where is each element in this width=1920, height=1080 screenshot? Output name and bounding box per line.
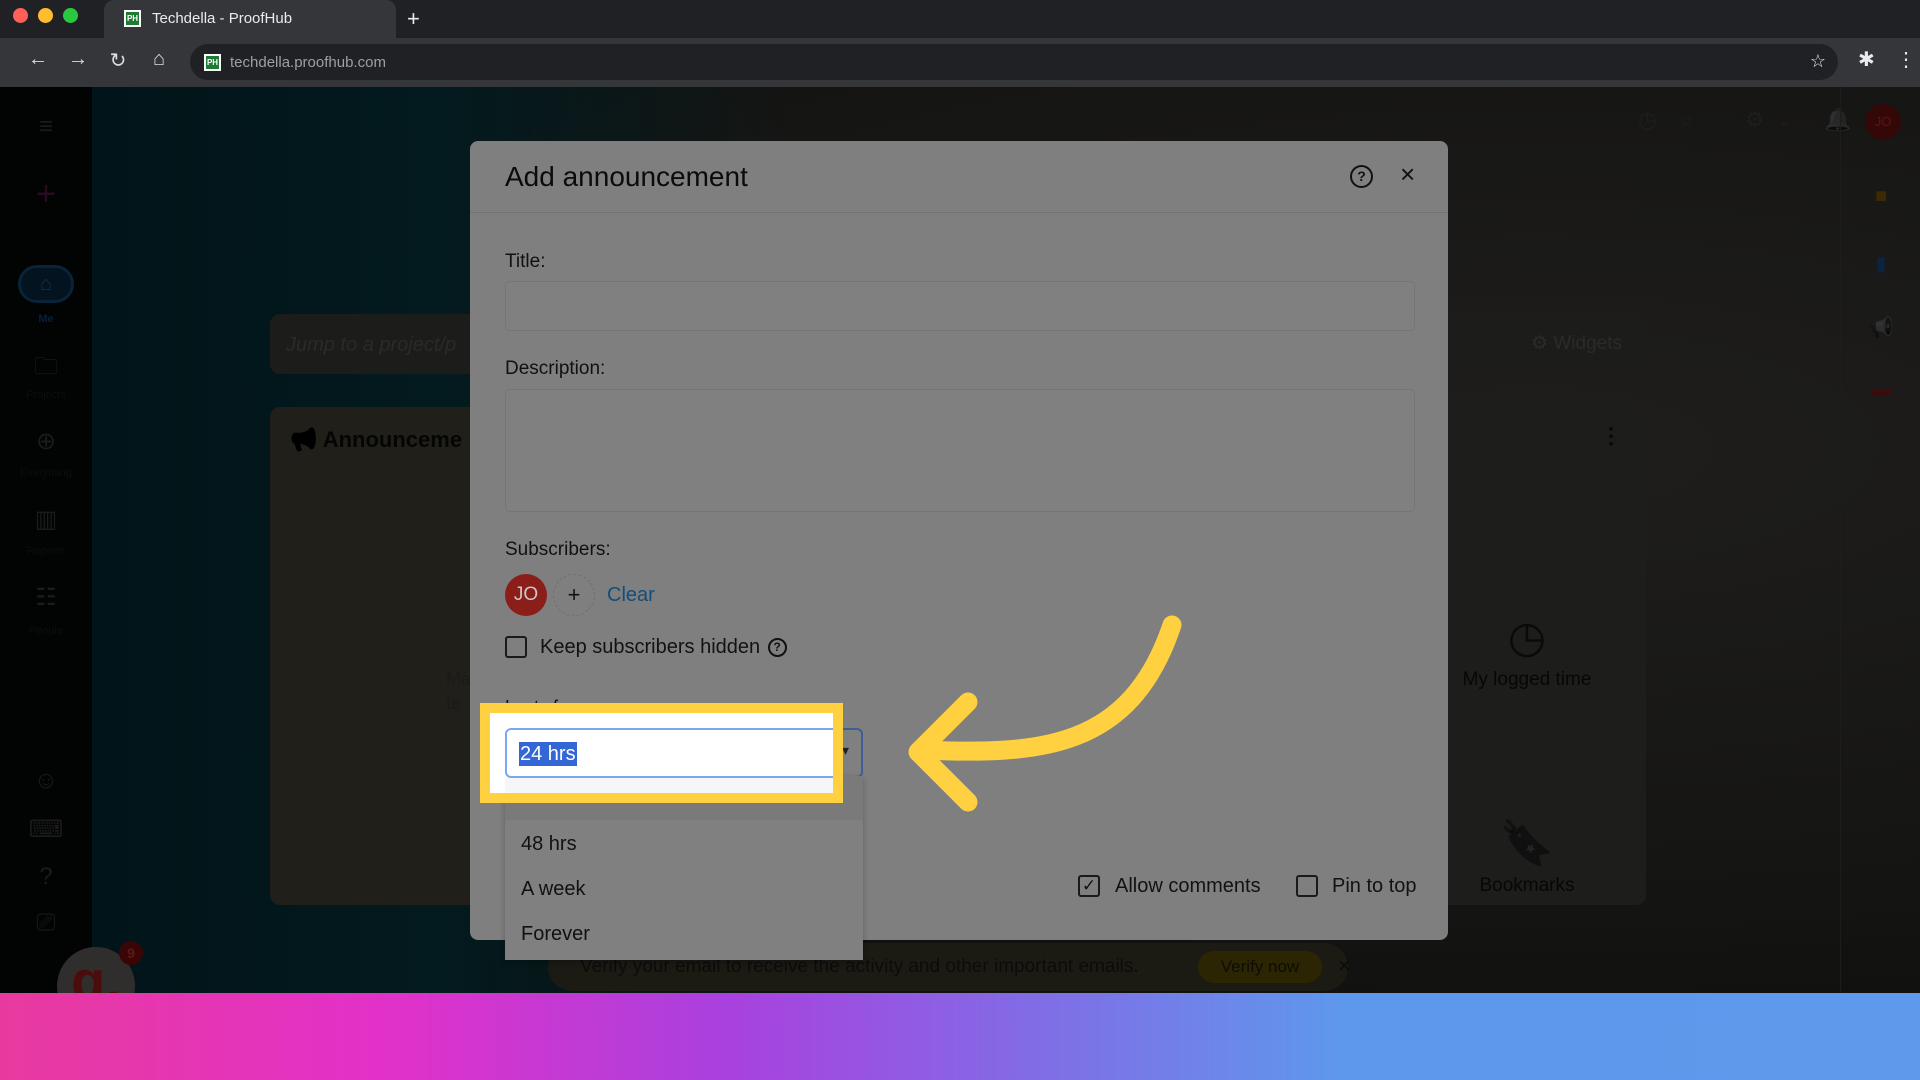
- chevron-down-icon: ▾: [841, 742, 849, 758]
- widget-label: My logged time: [1462, 669, 1592, 690]
- close-banner-icon[interactable]: ×: [1338, 953, 1351, 979]
- screen-share-icon[interactable]: ⎚: [0, 909, 92, 937]
- jump-placeholder: Jump to a project/p: [286, 334, 457, 356]
- widgets-button[interactable]: ⚙ Widgets: [1531, 332, 1622, 355]
- description-label: Description:: [505, 358, 606, 379]
- address-bar[interactable]: PH techdella.proofhub.com ☆: [190, 44, 1838, 80]
- announcements-empty-text: Ma te: [446, 667, 471, 715]
- announcements-header: 📢 Announceme: [290, 427, 462, 453]
- proofhub-favicon-icon: PH: [124, 10, 141, 27]
- right-rail: ■ ▮ 📢 ▬: [1840, 87, 1920, 993]
- globe-icon[interactable]: ⊕: [0, 427, 92, 456]
- calendar-icon[interactable]: ▬: [1857, 379, 1905, 402]
- close-window-button[interactable]: [13, 8, 28, 23]
- feedback-icon[interactable]: ☺: [0, 767, 92, 795]
- new-tab-button[interactable]: +: [407, 6, 420, 32]
- widget-label: Bookmarks: [1479, 875, 1575, 896]
- minimize-window-button[interactable]: [38, 8, 53, 23]
- extensions-icon[interactable]: ✱: [1858, 47, 1875, 72]
- search-icon[interactable]: ⌕: [1681, 107, 1693, 133]
- bookmark-star-icon[interactable]: ☆: [1810, 51, 1826, 72]
- empty-text-line-1: Ma: [446, 669, 472, 689]
- subscriber-avatar[interactable]: JO: [505, 574, 547, 616]
- forward-icon[interactable]: →: [64, 48, 92, 71]
- notification-count: 9: [119, 941, 143, 965]
- widget-bookmarks[interactable]: 🔖 Bookmarks: [1432, 817, 1622, 897]
- keep-hidden-text: Keep subscribers hidden: [540, 636, 761, 658]
- settings-chevron-icon[interactable]: ⌄: [1778, 111, 1791, 131]
- site-favicon-icon: PH: [204, 54, 221, 71]
- modal-header: Add announcement ? ×: [470, 141, 1448, 213]
- folder-icon[interactable]: 🗀: [0, 349, 92, 390]
- highlight-frame: [480, 703, 843, 803]
- keyboard-icon[interactable]: ⌨: [0, 815, 92, 844]
- close-icon[interactable]: ×: [1400, 159, 1415, 190]
- add-subscriber-button[interactable]: +: [553, 574, 595, 616]
- nav-item-me[interactable]: ⌂: [18, 265, 74, 303]
- timer-icon[interactable]: ◷: [1638, 107, 1657, 133]
- decorative-gradient-footer: [0, 993, 1920, 1080]
- browser-toolbar: ← → ↻ ⌂ PH techdella.proofhub.com ☆ ✱ ⋮: [0, 38, 1920, 87]
- back-icon[interactable]: ←: [24, 48, 52, 71]
- help-icon[interactable]: ?: [1350, 165, 1373, 188]
- help-icon[interactable]: ?: [0, 863, 92, 891]
- browser-menu-icon[interactable]: ⋮: [1896, 47, 1916, 72]
- allow-comments-checkbox[interactable]: ✓: [1078, 875, 1100, 897]
- option-a-week[interactable]: A week: [521, 878, 585, 901]
- tab-title: Techdella - ProofHub: [152, 10, 293, 27]
- nav-label-everything[interactable]: Everything: [0, 467, 92, 479]
- nav-label-reports[interactable]: Reports: [0, 545, 92, 557]
- gear-icon: ⚙: [1531, 333, 1549, 354]
- maximize-window-button[interactable]: [63, 8, 78, 23]
- keep-subscribers-hidden-checkbox[interactable]: [505, 636, 527, 658]
- modal-title: Add announcement: [505, 161, 748, 192]
- nav-label-people[interactable]: People: [0, 625, 92, 637]
- reports-chart-icon[interactable]: ▥: [0, 505, 92, 534]
- title-input[interactable]: [505, 281, 1415, 331]
- lasts-for-options-list: 24 hrs 48 hrs A week Forever: [505, 776, 863, 960]
- browser-tab-bar: PH Techdella - ProofHub +: [0, 0, 1920, 38]
- hamburger-menu-icon[interactable]: ≡: [0, 113, 92, 141]
- home-icon: ⌂: [39, 273, 53, 295]
- home-icon[interactable]: ⌂: [145, 48, 173, 71]
- keep-subscribers-hidden-label: Keep subscribers hidden ?: [540, 636, 787, 659]
- verify-now-button[interactable]: Verify now: [1198, 951, 1322, 983]
- option-forever[interactable]: Forever: [521, 923, 590, 946]
- widget-my-logged-time[interactable]: ◷ My logged time: [1432, 612, 1622, 691]
- people-icon[interactable]: ☷: [0, 583, 92, 612]
- pin-to-top-label: Pin to top: [1332, 875, 1417, 897]
- title-label: Title:: [505, 251, 546, 272]
- pin-to-top-checkbox[interactable]: [1296, 875, 1318, 897]
- url-text[interactable]: techdella.proofhub.com: [230, 54, 386, 71]
- reload-icon[interactable]: ↻: [104, 48, 132, 73]
- announcements-title: Announceme: [322, 427, 463, 452]
- announcement-rail-icon[interactable]: 📢: [1857, 315, 1905, 340]
- more-options-icon[interactable]: ⋮: [1600, 423, 1622, 449]
- subscribers-label: Subscribers:: [505, 539, 611, 560]
- annotation-arrow-icon: [908, 615, 1182, 812]
- g-logo: g.: [71, 949, 121, 993]
- allow-comments-label: Allow comments: [1115, 875, 1261, 897]
- megaphone-icon: 📢: [290, 427, 318, 452]
- quick-add-icon[interactable]: +: [0, 175, 92, 214]
- widgets-label: Widgets: [1553, 333, 1622, 354]
- description-input[interactable]: [505, 389, 1415, 512]
- option-48-hrs[interactable]: 48 hrs: [521, 833, 577, 856]
- empty-text-line-2: te: [446, 693, 462, 713]
- clock-icon: ◷: [1507, 613, 1547, 662]
- help-circle-icon[interactable]: ?: [767, 638, 787, 657]
- bookmark-icon: 🔖: [1499, 819, 1555, 868]
- nav-label-me: Me: [38, 313, 54, 325]
- clear-subscribers-link[interactable]: Clear: [607, 584, 655, 607]
- nav-label-projects[interactable]: Projects: [0, 389, 92, 401]
- left-navigation: ≡ + ⌂ Me 🗀 Projects ⊕ Everything ▥ Repor…: [0, 87, 92, 993]
- settings-gear-icon[interactable]: ⚙: [1745, 107, 1765, 133]
- notes-icon[interactable]: ■: [1857, 185, 1905, 208]
- bookmark-rail-icon[interactable]: ▮: [1857, 251, 1905, 276]
- browser-tab[interactable]: PH Techdella - ProofHub: [104, 0, 396, 38]
